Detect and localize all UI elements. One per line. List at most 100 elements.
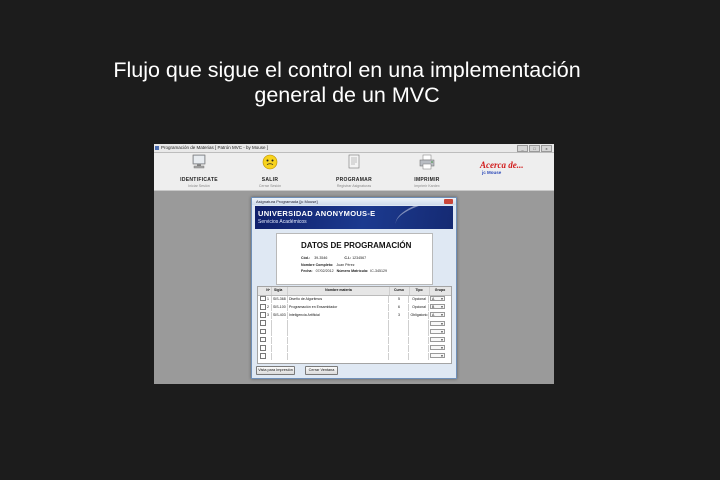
app-screenshot: Programación de Materias [ Patrón MVC - … xyxy=(154,144,554,384)
table-row: ▼ xyxy=(258,336,451,345)
acerca-de-link[interactable]: Acerca de... jc Mouse xyxy=(480,160,523,176)
minimize-button[interactable]: _ xyxy=(517,145,528,152)
ci-label: C.I.: xyxy=(344,256,352,260)
table-row: ▼ xyxy=(258,320,451,328)
fecha-matricula-row: Fecha: 07/02/2012 Número Matrícula: IC-3… xyxy=(301,269,387,273)
fecha-label: Fecha: xyxy=(301,269,313,273)
cell-sigla xyxy=(272,336,288,344)
nombre-value: Juan Pérez xyxy=(336,263,355,267)
cell-num xyxy=(258,328,272,336)
cell-num xyxy=(258,320,272,328)
cell-nombre xyxy=(288,328,389,336)
col-num: Nº xyxy=(258,287,272,295)
cod-ci-row: Cód.: 39-3546 C.I.: 1234567 xyxy=(301,256,366,260)
cell-grupo: B ▼ xyxy=(429,304,451,312)
close-window-button[interactable]: x xyxy=(541,145,552,152)
col-curso: Curso xyxy=(389,287,410,295)
grupo-select[interactable]: A ▼ xyxy=(430,312,445,318)
maximize-button[interactable]: □ xyxy=(529,145,540,152)
grupo-select[interactable]: A ▼ xyxy=(430,296,445,302)
document-icon xyxy=(348,154,360,169)
table-header: Nº Sigla Nombre materia Curso Tipo Grupo xyxy=(258,287,451,296)
cell-curso xyxy=(389,352,409,361)
row-checkbox[interactable] xyxy=(260,328,266,335)
cell-curso xyxy=(389,320,409,328)
salir-label: SALIR xyxy=(261,177,279,183)
acerca-de-title: Acerca de... xyxy=(480,160,524,170)
cell-nombre xyxy=(288,320,389,328)
cell-nombre xyxy=(288,352,389,361)
table-row: 2 SIS-100 Programación en Ensamblador 6 Opci… xyxy=(258,303,451,312)
cell-tipo: Opcional xyxy=(409,295,429,303)
window-controls: _ □ x xyxy=(517,145,552,152)
cell-grupo: ▼ xyxy=(429,337,451,345)
cell-nombre: Inteligencia Artificial xyxy=(288,311,389,320)
toolbar: IDENTIFICATE Iniciar Sesión SALIR Cerrar… xyxy=(154,153,554,191)
cell-sigla: SIS-368 xyxy=(272,295,288,303)
row-checkbox[interactable] xyxy=(260,336,266,343)
identificate-sublabel: Iniciar Sesión xyxy=(188,184,210,188)
row-checkbox[interactable] xyxy=(260,320,266,326)
cell-num xyxy=(258,336,272,344)
materias-table: Nº Sigla Nombre materia Curso Tipo Grupo… xyxy=(257,286,452,364)
salir-button[interactable]: SALIR Cerrar Sesión xyxy=(240,153,300,190)
chevron-down-icon: ▼ xyxy=(440,354,444,359)
identificate-label: IDENTIFICATE xyxy=(180,177,218,183)
grupo-value: A xyxy=(432,297,435,302)
identificate-button[interactable]: IDENTIFICATE Iniciar Sesión xyxy=(169,153,229,190)
cell-curso xyxy=(389,344,409,353)
col-sigla: Sigla xyxy=(272,287,288,295)
chevron-down-icon: ▼ xyxy=(440,329,444,334)
ci-value: 1234567 xyxy=(352,256,367,260)
cell-num xyxy=(258,344,272,353)
chevron-down-icon: ▼ xyxy=(440,321,444,326)
programar-button[interactable]: PROGRAMAR Registrar Asignaturas xyxy=(324,153,384,190)
cell-curso xyxy=(389,336,409,344)
cell-grupo: ▼ xyxy=(429,328,451,336)
dialog-close-button[interactable] xyxy=(444,199,453,204)
cell-sigla xyxy=(272,352,288,361)
cod-value: 39-3546 xyxy=(314,256,328,260)
cell-tipo: Opcional xyxy=(409,303,429,312)
col-tipo: Tipo xyxy=(409,287,430,295)
grupo-select[interactable]: ▼ xyxy=(430,353,445,359)
cell-nombre xyxy=(288,336,389,344)
grupo-select[interactable]: B ▼ xyxy=(430,304,445,310)
row-checkbox[interactable] xyxy=(260,312,266,318)
grupo-select[interactable]: ▼ xyxy=(430,320,445,326)
row-checkbox[interactable] xyxy=(260,345,266,351)
banner-swoosh xyxy=(392,206,453,229)
col-nombre: Nombre materia xyxy=(288,287,390,295)
cell-curso: 3 xyxy=(389,311,409,320)
app-icon xyxy=(155,145,159,150)
programacion-dialog: Asignatura Programada [jc Mouse] UNIVERS… xyxy=(251,197,457,379)
grupo-select[interactable]: ▼ xyxy=(430,337,445,343)
acerca-de-author: jc Mouse xyxy=(482,170,502,175)
cell-tipo: Obligatorio xyxy=(409,311,429,320)
table-row: ▼ xyxy=(258,352,451,361)
grupo-select[interactable]: ▼ xyxy=(430,328,445,334)
cell-grupo: ▼ xyxy=(429,320,451,328)
imprimir-button[interactable]: IMPRIMIR Imprimir Kardex xyxy=(397,153,457,190)
chevron-down-icon: ▼ xyxy=(440,305,444,310)
cell-sigla xyxy=(272,328,288,336)
datos-heading: DATOS DE PROGRAMACIÓN xyxy=(301,241,412,250)
nombre-label: Nombre Completo: xyxy=(301,263,334,267)
row-number: 3 xyxy=(267,312,269,317)
grupo-select[interactable]: ▼ xyxy=(430,345,445,351)
row-checkbox[interactable] xyxy=(260,295,266,302)
chevron-down-icon: ▼ xyxy=(440,338,444,343)
close-dialog-button[interactable]: Cerrar Ventana xyxy=(305,366,338,375)
row-checkbox[interactable] xyxy=(260,304,266,310)
print-preview-button[interactable]: Vista para Impresión xyxy=(256,366,295,375)
university-banner: UNIVERSIDAD ANONYMOUS-E Servicios Académ… xyxy=(255,206,453,229)
row-checkbox[interactable] xyxy=(260,353,266,359)
cell-tipo xyxy=(409,336,429,344)
cell-tipo xyxy=(409,328,429,336)
cell-grupo: A ▼ xyxy=(429,296,451,304)
cell-sigla: SIS-403 xyxy=(272,311,288,320)
salir-sublabel: Cerrar Sesión xyxy=(258,184,282,188)
chevron-down-icon: ▼ xyxy=(440,313,444,318)
monitor-icon xyxy=(192,154,206,169)
cell-tipo xyxy=(409,344,429,353)
